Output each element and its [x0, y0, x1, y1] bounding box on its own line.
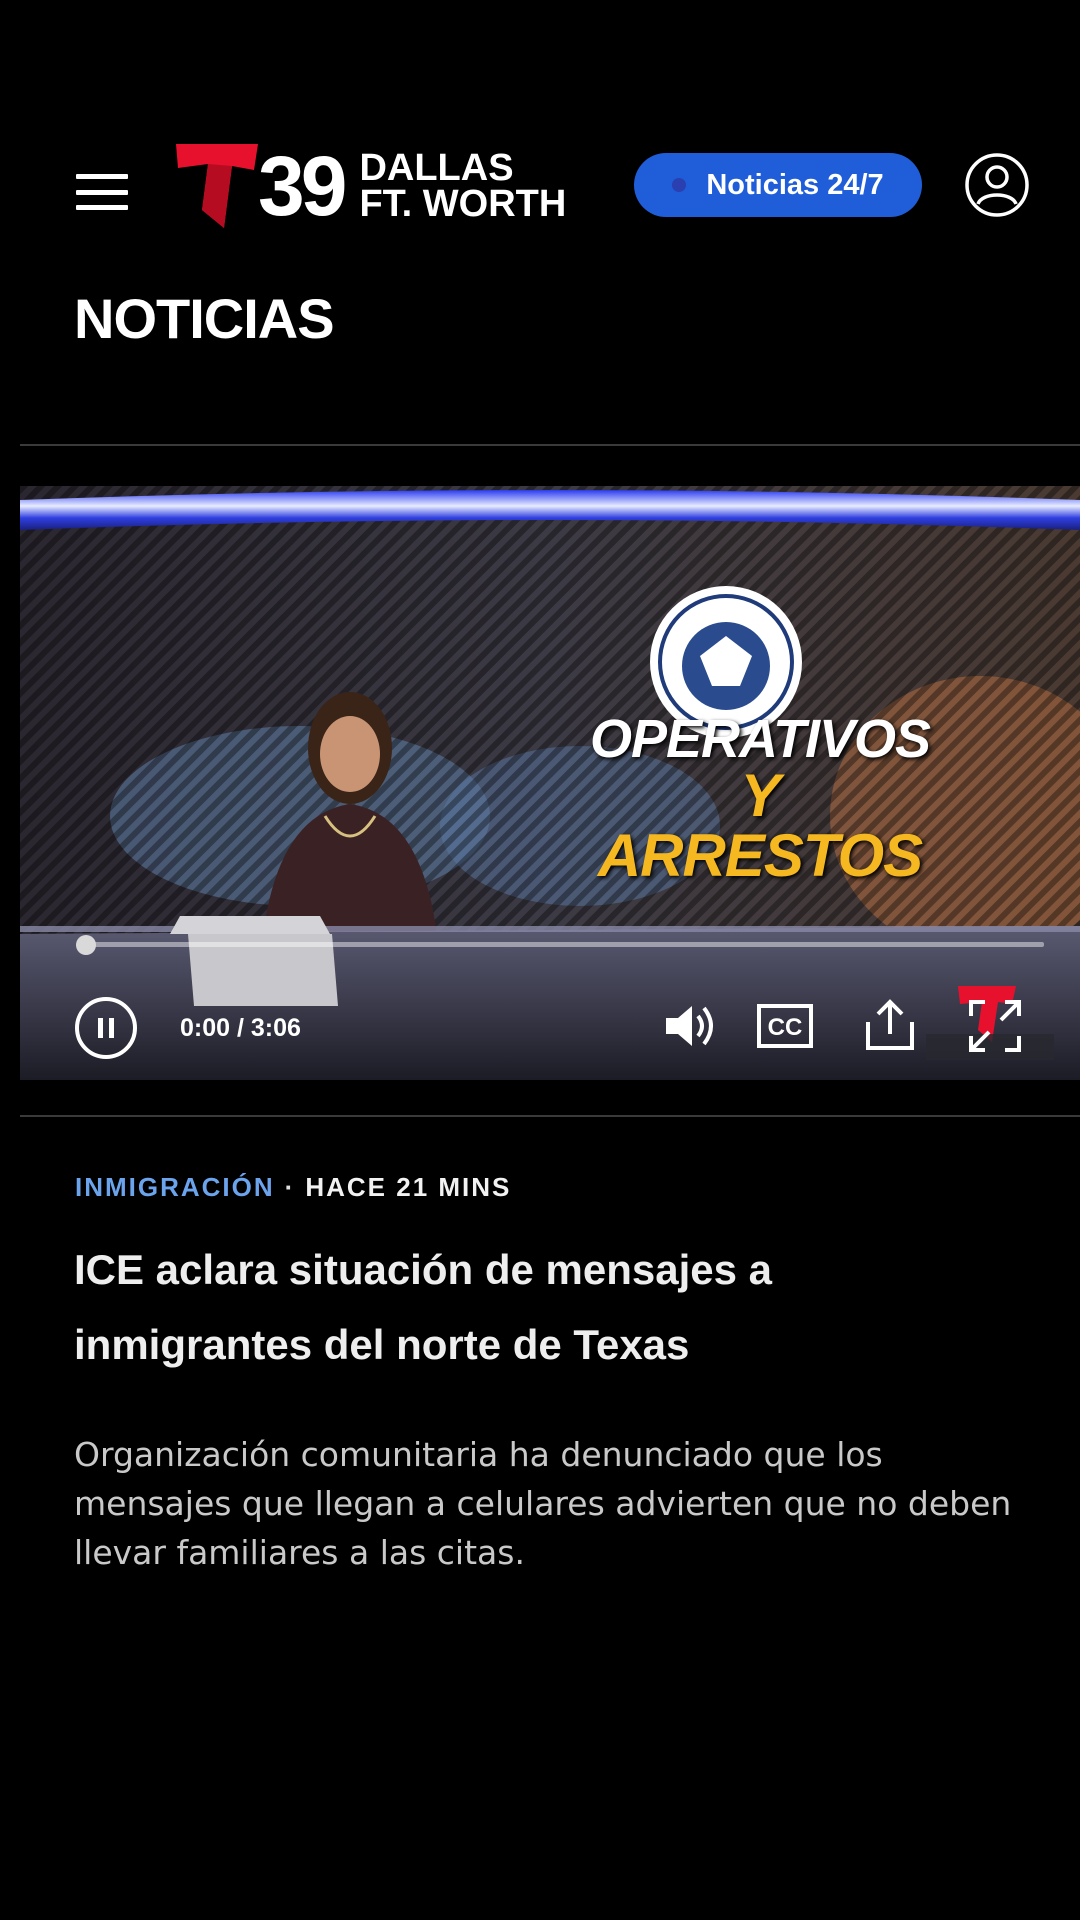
overlay-line-1: OPERATIVOS [590, 709, 931, 769]
progress-bar[interactable] [84, 942, 1044, 947]
article-meta: INMIGRACIÓN · HACE 21 MINS [75, 1172, 511, 1203]
live-news-label: Noticias 24/7 [706, 168, 884, 201]
section-title: NOTICIAS [74, 287, 335, 350]
city-line-1: DALLAS [359, 146, 514, 189]
station-city: DALLAS FT. WORTH [359, 146, 567, 225]
live-dot-icon [672, 178, 687, 192]
city-line-2: FT. WORTH [359, 183, 567, 225]
divider [20, 444, 1080, 446]
station-logo[interactable]: 39 DALLAS FT. WORTH [174, 138, 566, 234]
category-link[interactable]: INMIGRACIÓN [75, 1172, 275, 1202]
telemundo-t-logo-icon [176, 144, 258, 228]
volume-icon[interactable] [660, 996, 720, 1056]
article-summary: Organización comunitaria ha denunciado q… [74, 1435, 1012, 1572]
svg-text:CC: CC [768, 1014, 803, 1041]
overlay-line-2: Y ARRESTOS [597, 762, 923, 889]
channel-number: 39 [258, 139, 347, 233]
fullscreen-icon[interactable] [965, 996, 1025, 1056]
video-player[interactable]: OPERATIVOS Y ARRESTOS 0:00 / 3:06 CC [20, 486, 1080, 1080]
divider [20, 1115, 1080, 1117]
live-news-button[interactable]: Noticias 24/7 [634, 153, 922, 217]
app-screen: 39 DALLAS FT. WORTH Noticias 24/7 NOTICI… [0, 0, 1080, 1920]
hamburger-menu-icon[interactable] [76, 174, 128, 210]
video-overlay-title: OPERATIVOS Y ARRESTOS [590, 709, 931, 889]
share-icon[interactable] [860, 996, 920, 1056]
pause-icon[interactable] [74, 996, 138, 1060]
time-display: 0:00 / 3:06 [180, 1014, 301, 1042]
profile-icon[interactable] [964, 152, 1030, 218]
progress-scrubber[interactable] [76, 935, 96, 955]
player-controls: 0:00 / 3:06 CC [20, 986, 1080, 1066]
closed-captions-icon[interactable]: CC [755, 996, 815, 1056]
time-ago: HACE 21 MINS [305, 1172, 512, 1202]
article-headline[interactable]: ICE aclara situación de mensajes a inmig… [74, 1232, 994, 1382]
meta-separator: · [284, 1172, 296, 1202]
